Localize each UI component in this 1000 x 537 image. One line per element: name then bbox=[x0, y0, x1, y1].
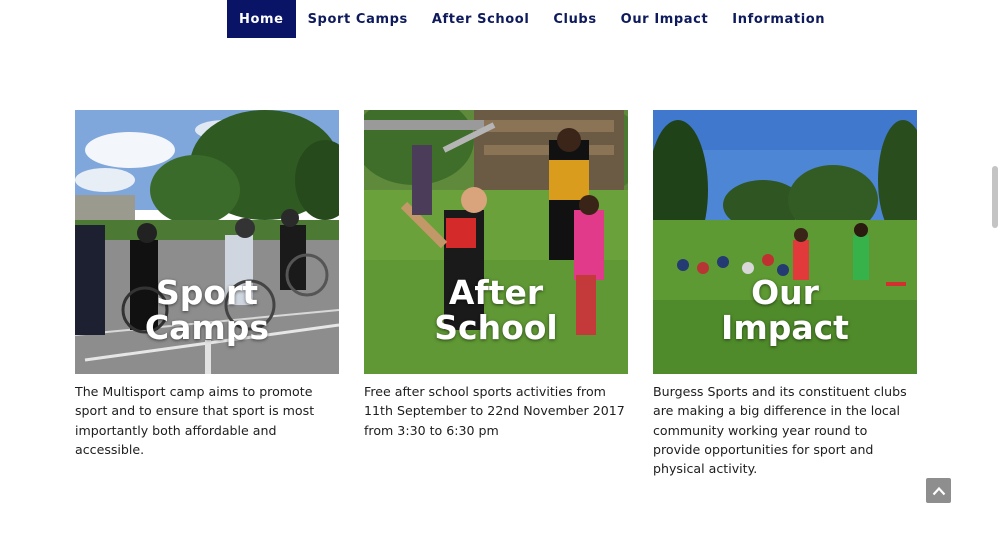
main-nav: Home Sport Camps After School Clubs Our … bbox=[227, 0, 837, 38]
page-scrollbar[interactable] bbox=[992, 166, 998, 228]
nav-item-our-impact[interactable]: Our Impact bbox=[609, 0, 721, 38]
scroll-to-top-button[interactable] bbox=[926, 478, 951, 503]
nav-item-sport-camps[interactable]: Sport Camps bbox=[296, 0, 420, 38]
card-our-impact: Our Impact Burgess Sports and its consti… bbox=[653, 110, 917, 478]
our-impact-title: Our Impact bbox=[721, 273, 849, 347]
chevron-up-icon bbox=[932, 486, 945, 495]
sport-camps-description: The Multisport camp aims to promote spor… bbox=[75, 384, 315, 457]
after-school-photo[interactable]: After School bbox=[364, 110, 628, 374]
our-impact-photo[interactable]: Our Impact bbox=[653, 110, 917, 374]
our-impact-description: Burgess Sports and its constituent clubs… bbox=[653, 384, 907, 477]
nav-item-information[interactable]: Information bbox=[720, 0, 837, 38]
after-school-description: Free after school sports activities from… bbox=[364, 384, 625, 438]
sport-camps-photo[interactable]: Sport Camps bbox=[75, 110, 339, 374]
sport-camps-title: Sport Camps bbox=[144, 273, 270, 347]
after-school-title: After School bbox=[434, 273, 558, 347]
card-sport-camps: Sport Camps The Multisport camp aims to … bbox=[75, 110, 339, 459]
nav-item-clubs[interactable]: Clubs bbox=[541, 0, 608, 38]
card-after-school: After School Free after school sports ac… bbox=[364, 110, 628, 440]
nav-item-after-school[interactable]: After School bbox=[420, 0, 542, 38]
nav-item-home[interactable]: Home bbox=[227, 0, 296, 38]
